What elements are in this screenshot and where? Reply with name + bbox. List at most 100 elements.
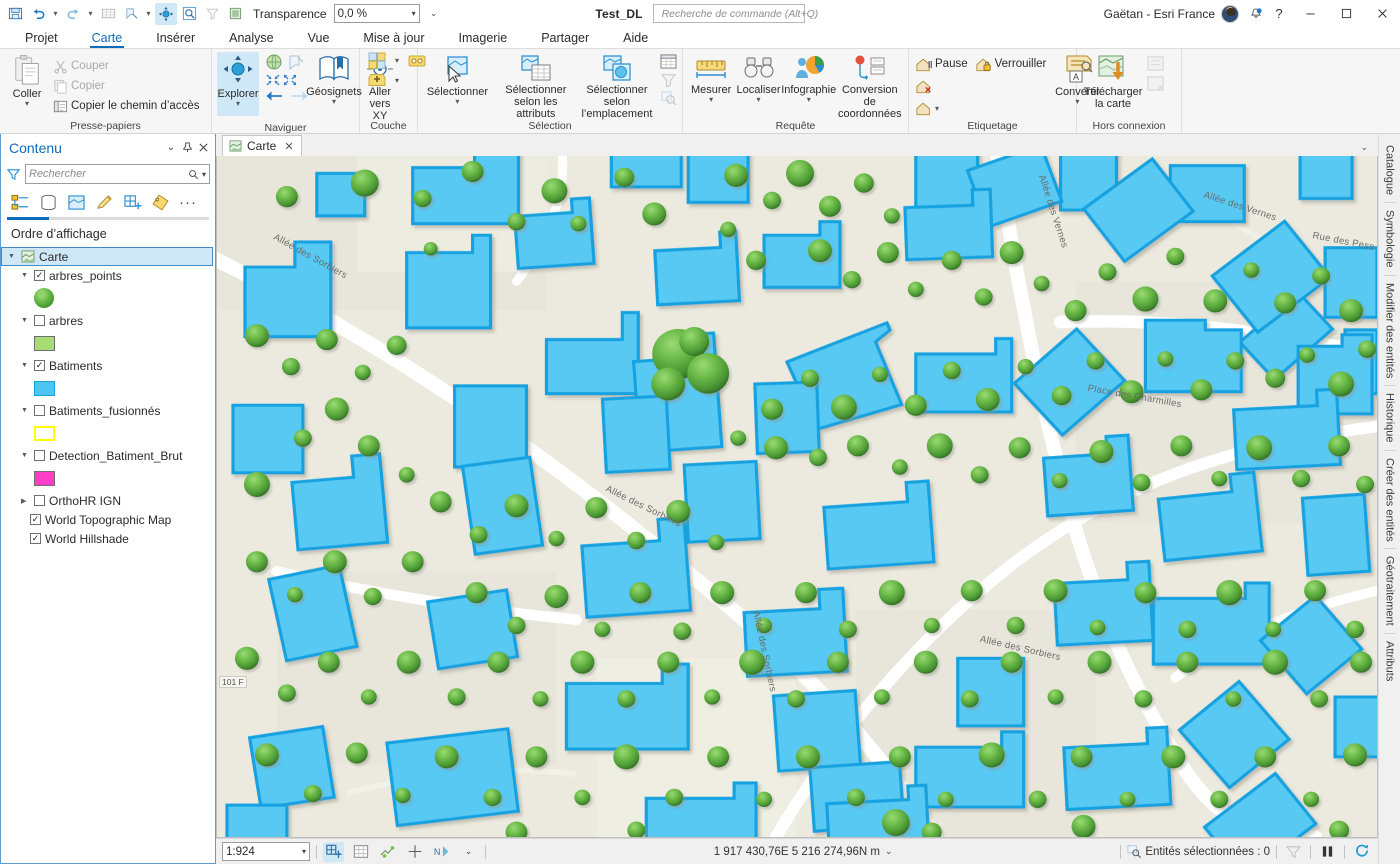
ribbon-tab-analyse[interactable]: Analyse: [212, 31, 290, 48]
tab-geotraitement[interactable]: Géotraitement: [1383, 548, 1396, 633]
ribbon-tab-vue[interactable]: Vue: [291, 31, 347, 48]
maximize-button[interactable]: [1328, 0, 1364, 27]
ribbon-tab-partager[interactable]: Partager: [524, 31, 606, 48]
tab-attributs[interactable]: Attributs: [1383, 633, 1396, 688]
layer-visibility-checkbox[interactable]: [34, 495, 45, 506]
select-dropdown-icon[interactable]: ▾: [455, 98, 459, 106]
measure-dropdown-icon[interactable]: ▾: [709, 96, 713, 104]
qat-customize-icon[interactable]: ⌄: [425, 3, 443, 25]
sync-offline-icon[interactable]: [1147, 56, 1164, 71]
pin-icon[interactable]: [179, 138, 195, 158]
explore-button[interactable]: Explorer ▾: [217, 52, 259, 116]
layer-visibility-checkbox[interactable]: [34, 450, 45, 461]
bookmarks-button[interactable]: Géosignets ▾: [306, 52, 362, 106]
save-icon[interactable]: [4, 3, 26, 25]
ribbon-tab-imagerie[interactable]: Imagerie: [442, 31, 525, 48]
coordinates-dropdown-icon[interactable]: ⌄: [885, 846, 893, 857]
list-by-snapping-icon[interactable]: [119, 190, 145, 214]
labeling-pause-button[interactable]: Pause: [914, 54, 970, 74]
undo-dropdown-icon[interactable]: ▾: [50, 3, 61, 25]
bookmarks-dropdown-icon[interactable]: ▾: [332, 98, 336, 106]
redo-dropdown-icon[interactable]: ▾: [85, 3, 96, 25]
layer-visibility-checkbox[interactable]: [34, 315, 45, 326]
list-by-data-source-icon[interactable]: [35, 190, 61, 214]
help-icon[interactable]: ?: [1266, 0, 1292, 27]
redo-icon[interactable]: [62, 3, 84, 25]
previous-extent-arrow-icon[interactable]: [265, 88, 285, 104]
contents-search-input[interactable]: Rechercher ▾: [25, 164, 210, 184]
infographics-button[interactable]: Infographie ▾: [781, 52, 836, 104]
tab-catalogue[interactable]: Catalogue: [1384, 138, 1396, 202]
command-search[interactable]: Recherche de commande (Alt+Q): [652, 4, 818, 23]
clear-selection-icon[interactable]: [201, 3, 223, 25]
toc-layer-arbres[interactable]: ▼ arbres: [1, 311, 215, 330]
coordinate-conversion-button[interactable]: Conversion de coordonnées: [837, 52, 903, 120]
basemap-dropdown-icon[interactable]: ▾: [395, 56, 399, 65]
list-by-selection-icon[interactable]: [63, 190, 89, 214]
expand-triangle-icon[interactable]: ▼: [21, 272, 30, 279]
expand-triangle-icon[interactable]: ▼: [21, 362, 30, 369]
zoom-in-icon[interactable]: [178, 3, 200, 25]
labeling-more-button[interactable]: ▾: [914, 98, 970, 118]
list-by-drawing-order-icon[interactable]: [7, 190, 33, 214]
avatar[interactable]: [1221, 4, 1239, 23]
map-tab-carte[interactable]: Carte ✕: [222, 135, 302, 156]
basemap-icon[interactable]: [368, 52, 386, 69]
expand-triangle-icon[interactable]: ▼: [21, 452, 30, 459]
attribute-table-selection-icon[interactable]: [660, 54, 677, 69]
layer-visibility-checkbox[interactable]: ✓: [30, 514, 41, 525]
select-by-location-button[interactable]: Sélectionner selon l’emplacement: [580, 52, 654, 120]
add-data-icon[interactable]: [368, 72, 386, 89]
ribbon-tab-inserer[interactable]: Insérer: [139, 31, 212, 48]
zoom-to-selection-icon[interactable]: [660, 90, 677, 105]
edit-dropdown-icon[interactable]: ▾: [143, 3, 154, 25]
pan-explore-icon[interactable]: [155, 2, 177, 25]
collapse-triangle-icon[interactable]: ▼: [8, 253, 17, 260]
undo-icon[interactable]: [27, 3, 49, 25]
previous-extent-icon[interactable]: [287, 53, 305, 71]
layer-visibility-checkbox[interactable]: [34, 405, 45, 416]
zoom-out-fixed-icon[interactable]: [265, 73, 281, 87]
notifications-icon[interactable]: [1246, 0, 1266, 27]
ribbon-tab-projet[interactable]: Projet: [8, 31, 75, 48]
layer-icon[interactable]: [224, 3, 246, 25]
select-button[interactable]: Sélectionner ▾: [423, 52, 492, 106]
grid-icon[interactable]: [350, 842, 371, 862]
measure-button[interactable]: Mesurer ▾: [688, 52, 734, 104]
map-canvas[interactable]: Allée des Sorbiers Allée des Sorbiers Al…: [216, 156, 1378, 838]
labeling-more-dropdown-icon[interactable]: ▾: [935, 104, 939, 113]
ribbon-tab-carte[interactable]: Carte: [75, 31, 140, 48]
toc-layer-arbres-points[interactable]: ▼ ✓ arbres_points: [1, 266, 215, 285]
attribute-table-icon[interactable]: [97, 3, 119, 25]
expand-triangle-icon[interactable]: ▼: [21, 407, 30, 414]
add-data-dropdown-icon[interactable]: ▾: [395, 76, 399, 85]
selection-view-icon[interactable]: [1283, 842, 1304, 862]
paste-button[interactable]: Coller ▾: [5, 52, 49, 108]
paste-dropdown-icon[interactable]: ▾: [25, 100, 29, 108]
toc-layer-batiments[interactable]: ▼ ✓ Batiments: [1, 356, 215, 375]
copy-button[interactable]: Copier: [51, 76, 201, 96]
north-arrow-icon[interactable]: N: [431, 842, 452, 862]
status-chevron-down-icon[interactable]: ⌄: [458, 842, 479, 862]
zoom-in-fixed-icon[interactable]: [282, 73, 298, 87]
expand-triangle-icon[interactable]: ▼: [21, 317, 30, 324]
crosshair-icon[interactable]: [404, 842, 425, 862]
layer-visibility-checkbox[interactable]: ✓: [34, 270, 45, 281]
tab-historique[interactable]: Historique: [1383, 385, 1396, 450]
list-by-labeling-icon[interactable]: [147, 190, 173, 214]
select-by-attributes-button[interactable]: Sélectionner selon les attributs: [498, 52, 574, 120]
filter-icon[interactable]: [7, 168, 20, 181]
ribbon-tab-mise-a-jour[interactable]: Mise à jour: [346, 31, 441, 48]
list-by-editing-icon[interactable]: [91, 190, 117, 214]
pause-drawing-icon[interactable]: [1317, 842, 1338, 862]
toc-layer-world-topographic-map[interactable]: ✓ World Topographic Map: [1, 510, 215, 529]
search-dropdown-icon[interactable]: ▾: [202, 170, 206, 179]
pane-menu-icon[interactable]: ⌄: [163, 138, 179, 158]
copy-path-button[interactable]: Copier le chemin d’accès: [51, 96, 201, 116]
layer-visibility-checkbox[interactable]: ✓: [30, 533, 41, 544]
explore-dropdown-icon[interactable]: ▾: [236, 100, 240, 108]
tab-creer-entites[interactable]: Créer des entités: [1383, 449, 1396, 549]
minimize-button[interactable]: [1292, 0, 1328, 27]
expand-triangle-icon[interactable]: ▶: [21, 497, 30, 505]
locate-button[interactable]: Localiser ▾: [736, 52, 781, 104]
